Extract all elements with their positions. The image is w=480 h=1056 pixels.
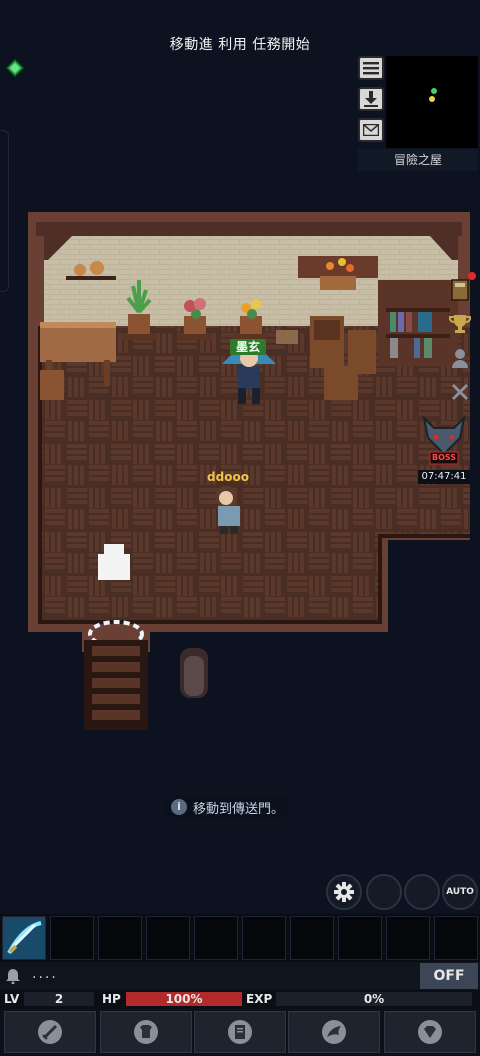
auto-button[interactable]: AUTO: [442, 874, 478, 910]
info-icon: i: [171, 799, 187, 815]
hint-text: 移動到傳送門。: [193, 801, 285, 817]
boss-button[interactable]: BOSS: [420, 414, 468, 466]
empty-control-slot-2[interactable]: [404, 874, 440, 910]
lv-label: LV: [4, 992, 20, 1006]
gear-icon: [334, 882, 354, 902]
mail-button[interactable]: [358, 118, 384, 142]
exp-label: EXP: [246, 992, 273, 1006]
skill-slot-10[interactable]: [434, 916, 478, 960]
chat-bar[interactable]: [0, 962, 480, 990]
boss-timer: 07:47:41: [418, 470, 470, 484]
skill-slot-9[interactable]: [386, 916, 430, 960]
minimap-marker-yellow: [429, 96, 435, 102]
person-icon: [452, 349, 468, 368]
hint-toast: i 移動到傳送門。: [165, 795, 291, 819]
lv-value: 2: [54, 992, 64, 1006]
skill-slot-4[interactable]: [146, 916, 190, 960]
mail-icon: [363, 124, 379, 136]
boss-label: BOSS: [431, 453, 457, 462]
download-icon: [364, 91, 378, 107]
menu-armor-button[interactable]: [100, 1011, 192, 1053]
wing-icon: [322, 1020, 346, 1044]
battle-button[interactable]: [448, 380, 472, 404]
empty-control-slot-1[interactable]: [366, 874, 402, 910]
skill-slot-1[interactable]: [2, 916, 46, 960]
sword-icon: [38, 1020, 62, 1044]
skill-slot-7[interactable]: [290, 916, 334, 960]
quest-book-button[interactable]: [448, 272, 476, 302]
menu-weapon-button[interactable]: [4, 1011, 96, 1053]
auto-label: AUTO: [446, 887, 474, 897]
bell-icon[interactable]: [6, 968, 20, 988]
quest-text[interactable]: 移動進 利用 任務開始: [0, 34, 480, 54]
sword-slash-skill-icon: [3, 917, 45, 959]
skill-slot-3[interactable]: [98, 916, 142, 960]
green-gem-icon[interactable]: [5, 58, 25, 78]
trophy-button[interactable]: [448, 312, 472, 336]
chat-off-toggle[interactable]: OFF: [420, 963, 478, 989]
skill-bar: [0, 914, 480, 962]
download-button[interactable]: [358, 87, 384, 111]
player-name-tag: ddooo: [207, 470, 249, 484]
hamburger-icon: [363, 62, 379, 75]
npc-name-tag[interactable]: 墨玄: [230, 339, 266, 355]
hp-value: 100%: [165, 992, 203, 1006]
notification-dot: [468, 272, 476, 280]
minimap-marker-green: [431, 88, 437, 94]
menu-wing-button[interactable]: [288, 1011, 380, 1053]
hp-label: HP: [102, 992, 121, 1006]
menu-button[interactable]: [358, 56, 384, 80]
bottom-menu: [0, 1008, 480, 1056]
menu-scroll-button[interactable]: [194, 1011, 286, 1053]
skill-slot-5[interactable]: [194, 916, 238, 960]
menu-gem-button[interactable]: [384, 1011, 476, 1053]
chat-message: ....: [32, 966, 58, 982]
exp-value: 0%: [363, 992, 385, 1006]
skill-slot-6[interactable]: [242, 916, 286, 960]
skill-slot-2[interactable]: [50, 916, 94, 960]
trophy-icon: [449, 315, 471, 333]
minimap[interactable]: [386, 56, 478, 148]
armor-icon: [134, 1020, 158, 1044]
skill-slot-8[interactable]: [338, 916, 382, 960]
character-button[interactable]: [448, 346, 472, 370]
crossed-swords-icon: [451, 383, 469, 401]
minimap-label: 冒險之屋: [358, 149, 478, 171]
gem-icon: [418, 1020, 442, 1044]
scroll-icon: [228, 1020, 252, 1044]
book-icon: [451, 279, 469, 301]
settings-button[interactable]: [326, 874, 362, 910]
